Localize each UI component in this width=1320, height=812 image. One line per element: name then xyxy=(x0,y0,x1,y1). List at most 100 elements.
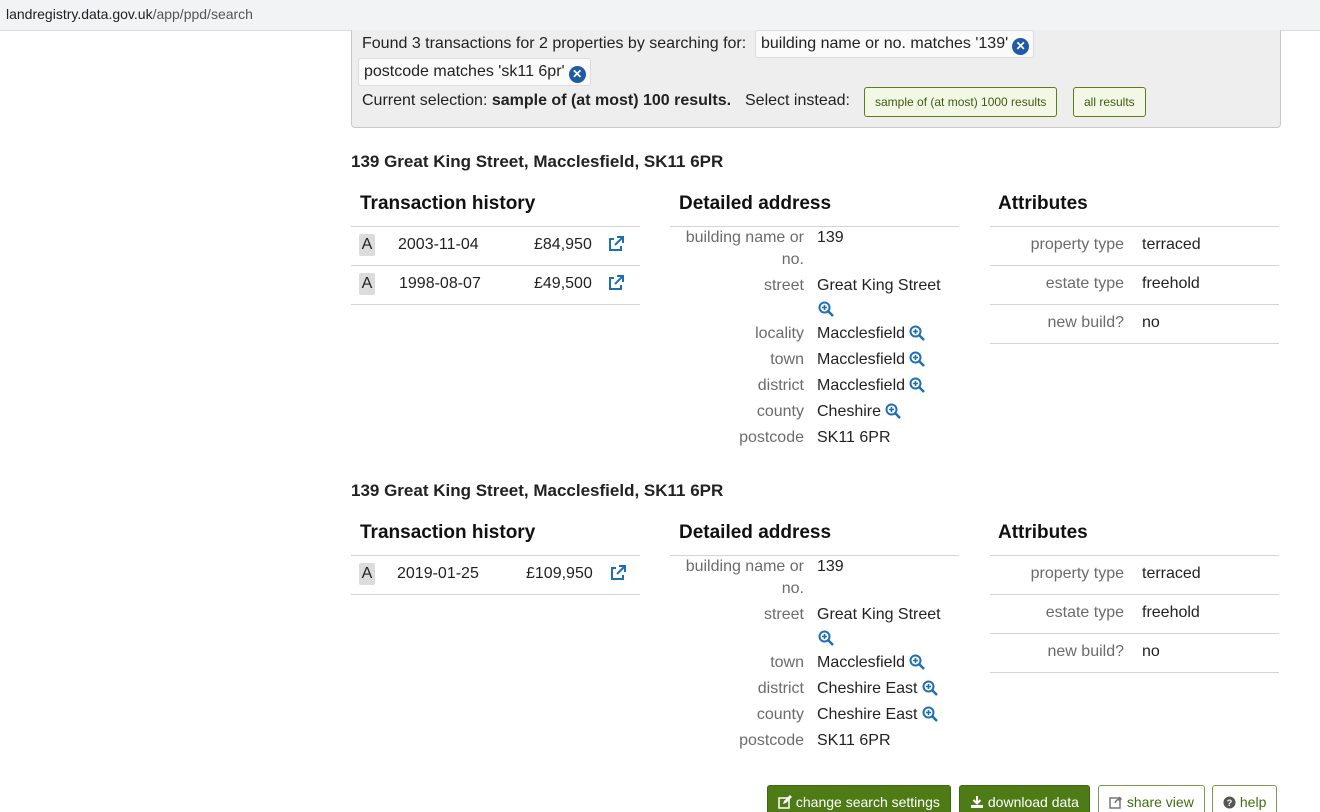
zoom-in-icon[interactable] xyxy=(885,403,902,419)
attribute-value: no xyxy=(1142,314,1160,331)
address-label: town xyxy=(770,654,804,671)
address-label: district xyxy=(757,377,804,394)
zoom-in-icon[interactable] xyxy=(909,377,926,393)
divider xyxy=(351,226,640,227)
help-label: help xyxy=(1239,794,1267,810)
browser-url-bar[interactable]: landregistry.data.gov.uk/app/ppd/search xyxy=(0,0,1320,31)
address-town-value: Macclesfield xyxy=(817,654,926,672)
all-results-button[interactable]: all results xyxy=(1073,87,1146,117)
address-county-value: Cheshire East xyxy=(817,706,938,724)
divider xyxy=(351,304,640,305)
zoom-in-icon[interactable] xyxy=(818,301,834,317)
share-view-button[interactable]: share view xyxy=(1098,785,1205,812)
address-locality-value: Macclesfield xyxy=(817,325,926,343)
address-label: building name or xyxy=(685,229,804,246)
address-town[interactable]: Macclesfield xyxy=(817,351,905,368)
share-view-label: share view xyxy=(1126,794,1194,810)
zoom-in-icon[interactable] xyxy=(922,680,938,696)
zoom-in-icon[interactable] xyxy=(909,654,926,670)
attribute-label: new build? xyxy=(1047,314,1125,331)
external-link-icon[interactable] xyxy=(608,275,624,291)
address-county-value: Cheshire xyxy=(817,403,902,421)
divider xyxy=(670,226,959,227)
address-label: postcode xyxy=(739,732,804,749)
change-search-settings-button[interactable]: change search settings xyxy=(767,785,951,812)
attribute-value: terraced xyxy=(1142,565,1201,582)
url-host: landregistry.data.gov.uk xyxy=(6,6,153,22)
attribute-label: estate type xyxy=(1045,604,1124,621)
current-selection-value: sample of (at most) 100 results. xyxy=(491,92,732,109)
download-icon xyxy=(971,796,983,808)
transaction-history-heading: Transaction history xyxy=(360,522,536,543)
property-title: 139 Great King Street, Macclesfield, SK1… xyxy=(351,152,724,171)
address-town-value: Macclesfield xyxy=(817,351,926,369)
found-text: Found 3 transactions for 2 properties by… xyxy=(362,35,747,52)
transaction-history-heading: Transaction history xyxy=(360,193,536,214)
close-circle-icon[interactable]: ✕ xyxy=(1012,38,1030,55)
zoom-in-icon[interactable] xyxy=(909,325,926,341)
download-data-button[interactable]: download data xyxy=(959,785,1090,812)
url-text[interactable]: landregistry.data.gov.uk/app/ppd/search xyxy=(6,6,253,22)
share-icon xyxy=(1109,796,1123,809)
divider xyxy=(990,594,1279,595)
property-title: 139 Great King Street, Macclesfield, SK1… xyxy=(351,481,724,500)
search-summary-panel: Found 3 transactions for 2 properties by… xyxy=(351,30,1281,128)
transaction-date: 2019-01-25 xyxy=(397,565,479,582)
transaction-price: £49,500 xyxy=(534,275,592,292)
address-county[interactable]: Cheshire East xyxy=(817,706,918,723)
attributes-heading: Attributes xyxy=(998,193,1088,214)
change-search-settings-label: change search settings xyxy=(795,794,940,810)
download-data-label: download data xyxy=(987,794,1079,810)
divider xyxy=(351,265,640,266)
address-postcode: SK11 6PR xyxy=(817,732,891,749)
divider xyxy=(990,304,1279,305)
address-district-value: Macclesfield xyxy=(817,377,926,395)
address-town[interactable]: Macclesfield xyxy=(817,654,905,671)
address-county[interactable]: Cheshire xyxy=(817,403,881,420)
divider xyxy=(351,555,640,556)
detailed-address-heading: Detailed address xyxy=(679,193,832,214)
transaction-price: £109,950 xyxy=(526,565,593,582)
address-street: Great King Street xyxy=(817,606,941,623)
attribute-value: freehold xyxy=(1142,604,1200,621)
address-street: Great King Street xyxy=(817,277,941,294)
current-selection: Current selection: sample of (at most) 1… xyxy=(362,92,731,110)
help-button[interactable]: ? help xyxy=(1212,785,1278,812)
address-label: town xyxy=(770,351,804,368)
attributes-heading: Attributes xyxy=(998,522,1088,543)
transaction-date: 1998-08-07 xyxy=(399,275,481,292)
svg-text:?: ? xyxy=(1227,798,1233,808)
zoom-in-icon[interactable] xyxy=(922,706,938,722)
external-link-icon[interactable] xyxy=(608,236,624,252)
zoom-in-icon[interactable] xyxy=(818,630,834,646)
address-label: county xyxy=(756,403,804,420)
divider xyxy=(990,265,1279,266)
close-circle-icon[interactable]: ✕ xyxy=(568,66,586,83)
edit-icon xyxy=(778,795,792,809)
transaction-price: £84,950 xyxy=(534,236,592,253)
address-district[interactable]: Cheshire East xyxy=(817,680,918,697)
filter-chip-label: building name or no. matches '139' xyxy=(761,35,1009,52)
zoom-in-icon[interactable] xyxy=(909,351,926,367)
transaction-type-badge: A xyxy=(359,234,375,256)
attribute-label: property type xyxy=(1030,236,1124,253)
sample-1000-button[interactable]: sample of (at most) 1000 results xyxy=(864,87,1058,117)
external-link-icon[interactable] xyxy=(610,565,626,581)
attribute-label: property type xyxy=(1030,565,1124,582)
attribute-label: new build? xyxy=(1047,643,1125,660)
address-label: street xyxy=(763,277,804,294)
question-circle-icon: ? xyxy=(1223,796,1236,809)
url-path: /app/ppd/search xyxy=(152,6,253,22)
attribute-value: terraced xyxy=(1142,236,1201,253)
divider xyxy=(351,594,640,595)
address-district-value: Cheshire East xyxy=(817,680,938,698)
address-label: no. xyxy=(781,251,804,268)
filter-chip-label: postcode matches 'sk11 6pr' xyxy=(364,63,565,80)
address-building: 139 xyxy=(817,229,844,246)
address-label: district xyxy=(757,680,804,697)
filter-chip-postcode: postcode matches 'sk11 6pr' ✕ xyxy=(358,58,591,86)
address-district[interactable]: Macclesfield xyxy=(817,377,905,394)
address-locality[interactable]: Macclesfield xyxy=(817,325,905,342)
attribute-label: estate type xyxy=(1045,275,1124,292)
divider xyxy=(670,555,959,556)
